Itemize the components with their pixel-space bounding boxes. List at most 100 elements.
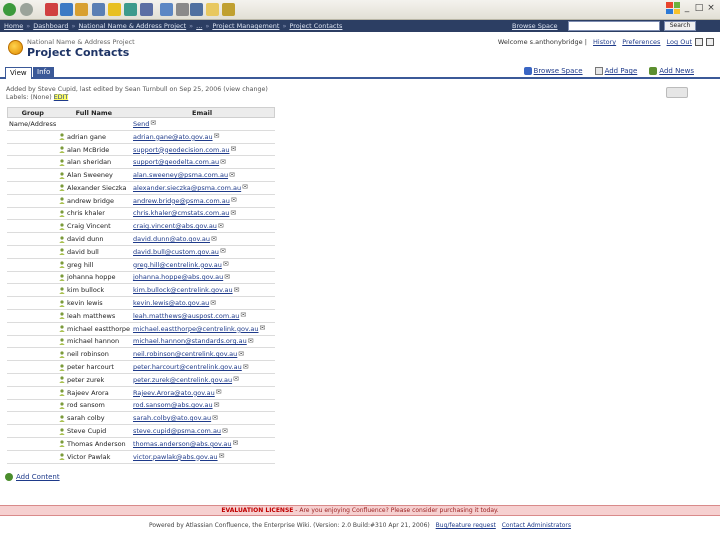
search-button[interactable]: Search [664,21,696,31]
email-link[interactable]: alexander.sieczka@psma.com.au [133,182,241,194]
email-cell: thomas.anderson@abs.gov.au ✉ [130,438,275,450]
messenger-icon[interactable] [222,3,235,16]
back-icon[interactable] [3,3,16,16]
email-link[interactable]: michael.hannon@standards.org.au [133,336,247,348]
email-cell: Rajeev.Arora@ato.gov.au ✉ [130,387,275,399]
email-link[interactable]: kim.bullock@centrelink.gov.au [133,284,233,296]
table-row: Victor Pawlak victor.pawlak@abs.gov.au ✉ [7,451,275,464]
email-link[interactable]: peter.zurek@centrelink.gov.au [133,374,232,386]
email-link[interactable]: kevin.lewis@ato.gov.au [133,297,209,309]
contact-name: peter harcourt [67,363,114,372]
envelope-icon: ✉ [218,452,225,461]
send-all-link[interactable]: Send [133,118,149,130]
tab-view[interactable]: View [5,67,32,79]
page-title: Project Contacts [27,46,130,59]
table-header: Group Full Name Email [7,107,275,118]
add-news-action[interactable]: Add News [649,67,694,75]
contact-name: Steve Cupid [67,427,107,436]
envelope-icon: ✉ [259,324,266,333]
breadcrumb-home[interactable]: Home [4,22,23,30]
mail-icon[interactable] [160,3,173,16]
group-cell [7,220,57,232]
maximize-button[interactable]: □ [694,3,704,13]
search-icon[interactable] [92,3,105,16]
bug-report-link[interactable]: Bug/feature request [436,522,496,529]
breadcrumb-project-management[interactable]: Project Management [212,22,279,30]
full-name-cell: adrian gane [57,131,130,143]
envelope-icon: ✉ [222,260,229,269]
browse-space-link[interactable]: Browse Space [512,22,558,30]
close-button[interactable]: × [706,3,716,13]
full-name-cell: chris khaler [57,208,130,220]
home-icon[interactable] [75,3,88,16]
email-cell: rod.sansom@abs.gov.au ✉ [130,400,275,412]
email-link[interactable]: craig.vincent@abs.gov.au [133,220,217,232]
pdf-export-icon[interactable] [706,38,714,46]
email-link[interactable]: david.bull@custom.gov.au [133,246,219,258]
table-row: greg hill greg.hill@centrelink.gov.au ✉ [7,259,275,272]
email-link[interactable]: support@geodelta.com.au [133,156,219,168]
forward-icon[interactable] [20,3,33,16]
media-icon[interactable] [124,3,137,16]
preferences-link[interactable]: Preferences [622,38,660,46]
breadcrumb-ellipsis[interactable]: ... [196,22,202,30]
user-icon [59,363,65,371]
minimize-button[interactable]: _ [682,3,692,13]
favourite-icon[interactable] [666,87,688,98]
history-icon[interactable] [140,3,153,16]
refresh-icon[interactable] [60,3,73,16]
user-icon [59,274,65,281]
email-link[interactable]: Rajeev.Arora@ato.gov.au [133,387,215,399]
email-link[interactable]: adrian.gane@ato.gov.au [133,131,213,143]
email-link[interactable]: thomas.anderson@abs.gov.au [133,438,231,450]
group-row: Name/Address Send ✉ [7,118,275,131]
envelope-icon: ✉ [233,285,240,294]
email-cell: adrian.gane@ato.gov.au ✉ [130,131,275,143]
user-icon [59,210,65,217]
group-label: Name/Address [9,120,57,128]
logout-link[interactable]: Log Out [667,38,692,46]
email-link[interactable]: alan.sweeney@psma.com.au [133,169,228,181]
contact-name: Alexander Sieczka [67,183,127,192]
full-name-cell: alan sheridan [57,156,130,168]
breadcrumb-space[interactable]: National Name & Address Project [78,22,186,30]
email-link[interactable]: michael.eastthorpe@centrelink.gov.au [133,323,259,335]
email-cell: greg.hill@centrelink.gov.au ✉ [130,259,275,271]
add-page-action[interactable]: Add Page [594,67,637,75]
email-link[interactable]: johanna.hoppe@abs.gov.au [133,272,223,284]
browse-space-action[interactable]: Browse Space [523,67,583,75]
breadcrumb-dashboard[interactable]: Dashboard [33,22,68,30]
email-link[interactable]: david.dunn@ato.gov.au [133,233,210,245]
breadcrumb-current-page[interactable]: Project Contacts [289,22,342,30]
full-name-cell: Alan Sweeney [57,169,130,181]
email-link[interactable]: chris.khaler@cmstats.com.au [133,208,229,220]
tab-info[interactable]: Info [33,67,55,79]
email-link[interactable]: greg.hill@centrelink.gov.au [133,259,222,271]
add-content-link[interactable]: Add Content [5,473,60,481]
table-row: neil robinson neil.robinson@centrelink.go… [7,348,275,362]
email-cell: neil.robinson@centrelink.gov.au ✉ [130,348,275,360]
email-link[interactable]: neil.robinson@centrelink.gov.au [133,348,237,360]
contact-name: michael eastthorpe [67,324,130,333]
full-name-cell: Craig Vincent [57,220,130,232]
search-input[interactable] [568,21,660,31]
stop-icon[interactable] [45,3,58,16]
email-link[interactable]: sarah.colby@ato.gov.au [133,412,211,424]
print-icon[interactable] [176,3,189,16]
email-link[interactable]: andrew.bridge@psma.com.au [133,195,230,207]
email-link[interactable]: steve.cupid@psma.com.au [133,425,221,437]
edit-icon[interactable] [190,3,203,16]
email-link[interactable]: support@geodecision.com.au [133,144,229,156]
history-link[interactable]: History [593,38,616,46]
contact-admins-link[interactable]: Contact Administrators [502,522,571,529]
print-icon[interactable] [695,38,703,46]
contact-name: neil robinson [67,350,109,359]
favorites-icon[interactable] [108,3,121,16]
email-link[interactable]: victor.pawlak@abs.gov.au [133,451,218,463]
edit-labels-link[interactable]: EDIT [53,94,69,101]
envelope-icon: ✉ [217,221,224,230]
email-link[interactable]: leah.matthews@auspost.com.au [133,310,239,322]
email-link[interactable]: peter.harcourt@centrelink.gov.au [133,361,242,373]
email-link[interactable]: rod.sansom@abs.gov.au [133,400,213,412]
discuss-icon[interactable] [206,3,219,16]
